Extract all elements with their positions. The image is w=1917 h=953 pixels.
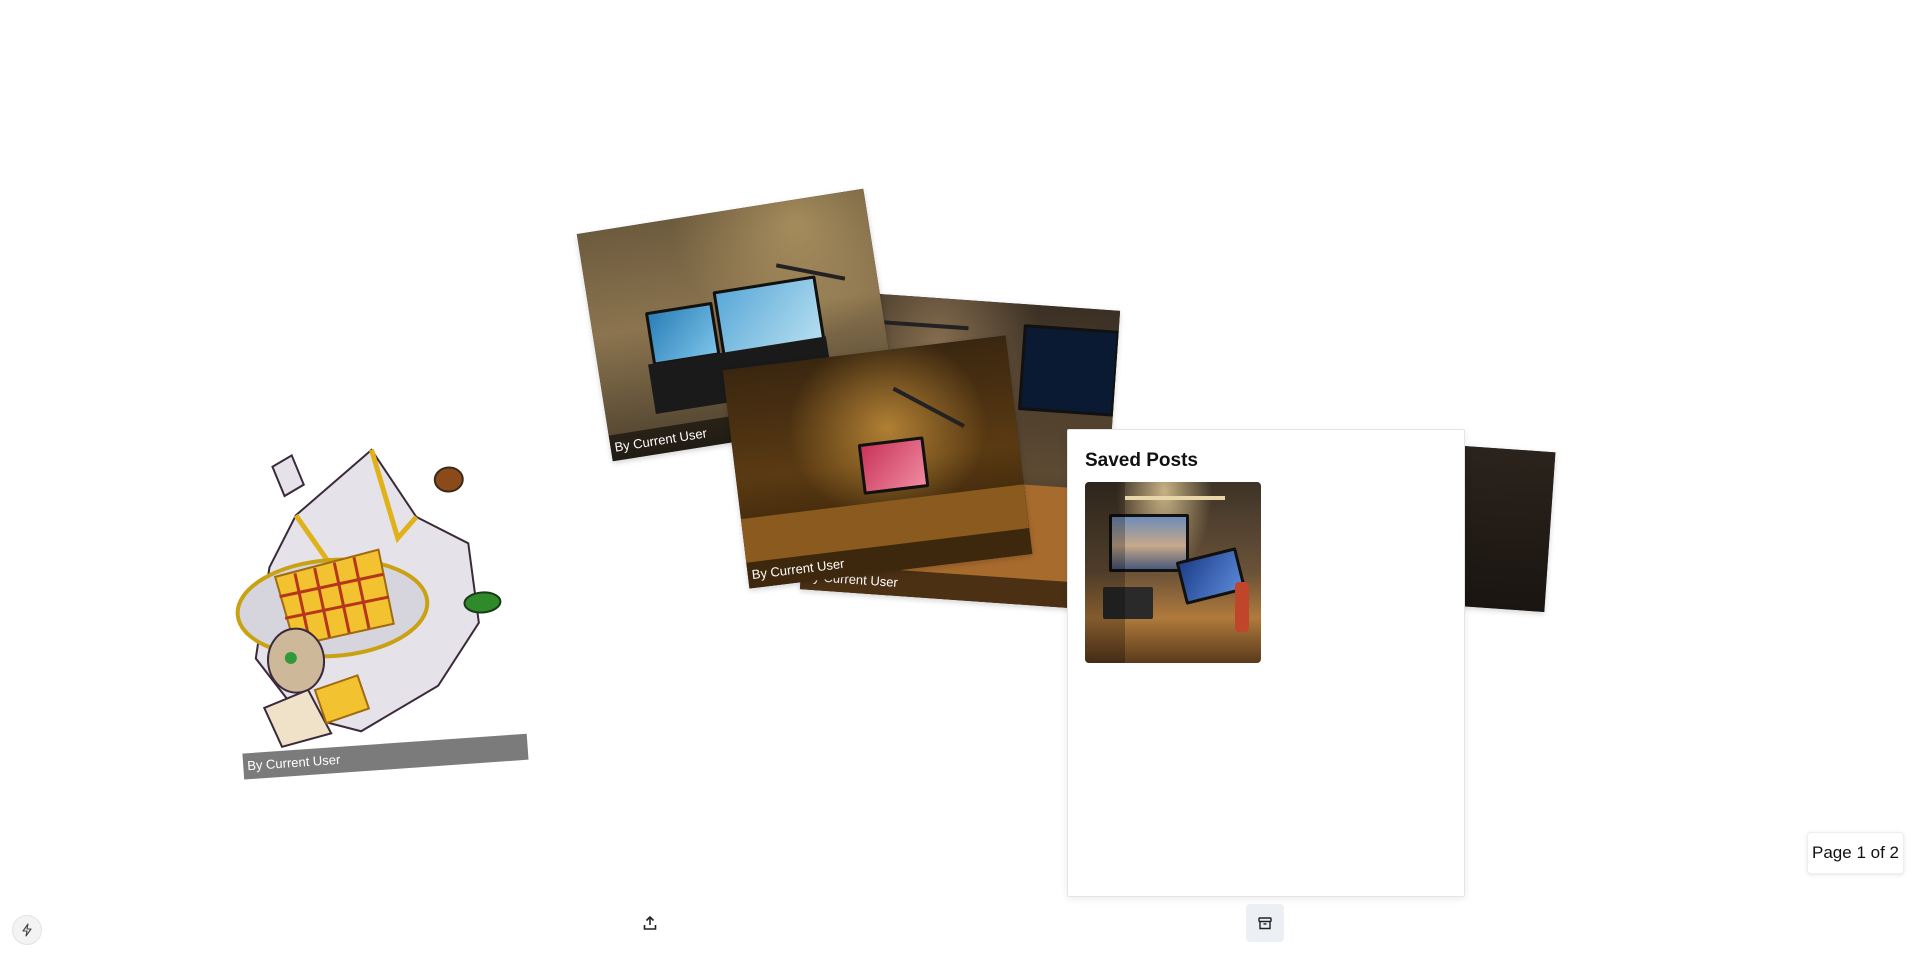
- character-illustration: [235, 448, 502, 748]
- bolt-icon: [22, 923, 32, 937]
- page-indicator: Page 1 of 2: [1807, 832, 1904, 874]
- bolt-button[interactable]: [12, 915, 42, 945]
- saved-posts-panel: Saved Posts: [1067, 429, 1465, 897]
- archive-button[interactable]: [1246, 904, 1284, 942]
- post-card-character-art[interactable]: By Current User: [220, 420, 529, 780]
- saved-posts-title: Saved Posts: [1085, 450, 1198, 471]
- archive-icon: [1258, 917, 1272, 930]
- upload-button[interactable]: [631, 904, 669, 942]
- upload-icon: [643, 916, 657, 930]
- saved-post-thumbnail[interactable]: [1085, 482, 1261, 663]
- post-card-desk-warm[interactable]: By Current User: [722, 335, 1033, 589]
